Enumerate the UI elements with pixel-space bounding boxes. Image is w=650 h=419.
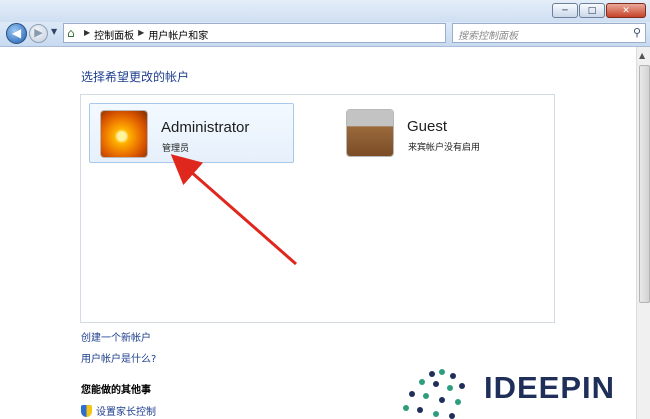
- scroll-thumb[interactable]: [639, 65, 650, 303]
- logo-dots-icon: [403, 369, 465, 419]
- parental-controls-label: 设置家长控制: [96, 407, 156, 418]
- forward-button[interactable]: ▶: [29, 24, 48, 43]
- control-panel-icon: ⌂: [67, 26, 75, 40]
- back-button[interactable]: ◀: [6, 23, 27, 44]
- search-input[interactable]: 搜索控制面板 ⚲: [452, 23, 646, 43]
- breadcrumb-user-accounts[interactable]: 用户帐户和家: [148, 27, 208, 42]
- breadcrumb-control-panel[interactable]: 控制面板: [94, 27, 134, 42]
- window-controls: ─ □ ✕: [552, 3, 646, 18]
- chevron-right-icon[interactable]: ▶: [84, 27, 90, 42]
- orange-flower-icon: [100, 110, 148, 158]
- accounts-panel: Administrator 管理员 Guest 来宾帐户没有启用: [80, 94, 555, 323]
- watermark-text: IDEEPIN: [484, 370, 616, 405]
- account-links: 创建一个新帐户 用户帐户是什么?: [81, 329, 156, 371]
- page-title: 选择希望更改的帐户: [81, 70, 190, 84]
- minimize-button[interactable]: ─: [552, 3, 578, 18]
- account-role: 来宾帐户没有启用: [408, 143, 481, 153]
- breadcrumb: ▶ 控制面板 ▶ 用户帐户和家: [84, 27, 208, 42]
- chevron-right-icon[interactable]: ▶: [138, 27, 144, 42]
- close-button[interactable]: ✕: [606, 3, 646, 18]
- window-titlebar: ─ □ ✕: [0, 0, 650, 22]
- navigation-bar: ◀ ▶ ▼ ⌂ ▶ 控制面板 ▶ 用户帐户和家 搜索控制面板 ⚲: [0, 22, 650, 47]
- suitcase-icon: [346, 109, 394, 157]
- account-role: 管理员: [162, 144, 190, 154]
- more-tasks-heading: 您能做的其他事: [81, 385, 151, 396]
- recent-pages-chevron-down-icon[interactable]: ▼: [51, 27, 57, 36]
- account-tile-administrator[interactable]: Administrator 管理员: [89, 103, 294, 163]
- address-bar[interactable]: ⌂ ▶ 控制面板 ▶ 用户帐户和家: [63, 23, 446, 43]
- what-is-account-link[interactable]: 用户帐户是什么?: [81, 350, 156, 365]
- search-icon[interactable]: ⚲: [633, 26, 641, 39]
- account-name: Administrator: [161, 119, 250, 136]
- scroll-up-icon[interactable]: ▲: [639, 51, 645, 60]
- create-account-link[interactable]: 创建一个新帐户: [81, 329, 156, 344]
- parental-controls-link[interactable]: 设置家长控制: [81, 403, 156, 418]
- maximize-button[interactable]: □: [579, 3, 605, 18]
- vertical-scrollbar[interactable]: ▲: [636, 47, 650, 419]
- search-placeholder: 搜索控制面板: [458, 31, 518, 42]
- account-name: Guest: [407, 118, 448, 135]
- watermark-logo: IDEEPIN: [398, 364, 638, 419]
- shield-icon: [81, 404, 92, 417]
- account-tile-guest[interactable]: Guest 来宾帐户没有启用: [336, 103, 536, 163]
